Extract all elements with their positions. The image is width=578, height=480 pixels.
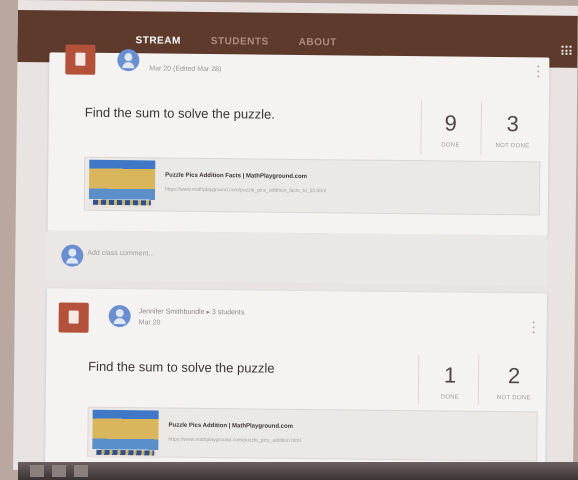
- assignment-title[interactable]: Find the sum to solve the puzzle.: [85, 105, 275, 122]
- attachment-url: https://www.mathplayground.com/puzzle_pi…: [164, 186, 326, 195]
- apps-grid-icon[interactable]: [561, 45, 572, 56]
- done-stat[interactable]: 1 DONE: [422, 362, 478, 401]
- more-options-icon[interactable]: [537, 65, 540, 78]
- done-count: 9: [444, 110, 457, 136]
- avatar: [117, 49, 140, 72]
- author-avatar: [108, 304, 131, 328]
- taskbar-app-icon[interactable]: [52, 465, 66, 477]
- stat-divider: [417, 354, 420, 405]
- stat-divider: [477, 354, 480, 405]
- class-comment-row[interactable]: [47, 230, 548, 286]
- assignment-icon: [65, 44, 96, 75]
- not-done-count: 3: [506, 111, 519, 137]
- assignment-card-1: Mar 20 (Edited Mar 28) Find the sum to s…: [47, 44, 550, 236]
- not-done-stat[interactable]: 2 NOT DONE: [486, 363, 542, 402]
- attachment-title: Puzzle Pics Addition | MathPlayground.co…: [168, 422, 294, 430]
- class-comment-input[interactable]: Add class comment...: [87, 250, 154, 258]
- not-done-stat[interactable]: 3 NOT DONE: [484, 111, 540, 150]
- attachment-title: Puzzle Pics Addition Facts | MathPlaygro…: [165, 172, 308, 181]
- commenter-avatar: [61, 244, 84, 267]
- post-author-line: Jennifer Smithbundle ▸ 3 students: [139, 307, 245, 316]
- link-attachment[interactable]: Puzzle Pics Addition Facts | MathPlaygro…: [83, 156, 541, 216]
- assignment-title[interactable]: Find the sum to solve the puzzle: [88, 359, 275, 376]
- done-label: DONE: [441, 142, 460, 149]
- not-done-count: 2: [507, 363, 521, 389]
- not-done-label: NOT DONE: [496, 395, 531, 402]
- post-date: Mar 20 (Edited Mar 28): [149, 65, 222, 74]
- link-attachment[interactable]: Puzzle Pics Addition | MathPlayground.co…: [87, 406, 538, 462]
- attachment-thumbnail: [92, 409, 159, 459]
- attachment-thumbnail: [88, 159, 156, 209]
- taskbar-app-icon[interactable]: [74, 465, 88, 477]
- audience-arrow-icon: ▸: [206, 308, 211, 317]
- attachment-url: https://www.mathplayground.com/puzzle_pi…: [168, 436, 301, 444]
- not-done-label: NOT DONE: [495, 143, 530, 150]
- done-count: 1: [443, 362, 457, 388]
- stat-divider: [480, 100, 482, 155]
- post-date: Mar 20: [138, 319, 161, 327]
- assignment-card-2: Jennifer Smithbundle ▸ 3 students Mar 20…: [45, 288, 547, 474]
- post-audience[interactable]: 3 students: [212, 309, 244, 316]
- classroom-screen: STREAM STUDENTS ABOUT Mar 20 (Edited Mar…: [13, 0, 578, 476]
- launcher-icon[interactable]: [30, 465, 44, 477]
- assignment-icon: [58, 302, 89, 333]
- done-stat[interactable]: 9 DONE: [422, 110, 478, 149]
- done-label: DONE: [440, 394, 460, 401]
- os-taskbar: [18, 462, 578, 480]
- more-options-icon[interactable]: [532, 321, 536, 334]
- post-author[interactable]: Jennifer Smithbundle: [139, 308, 205, 316]
